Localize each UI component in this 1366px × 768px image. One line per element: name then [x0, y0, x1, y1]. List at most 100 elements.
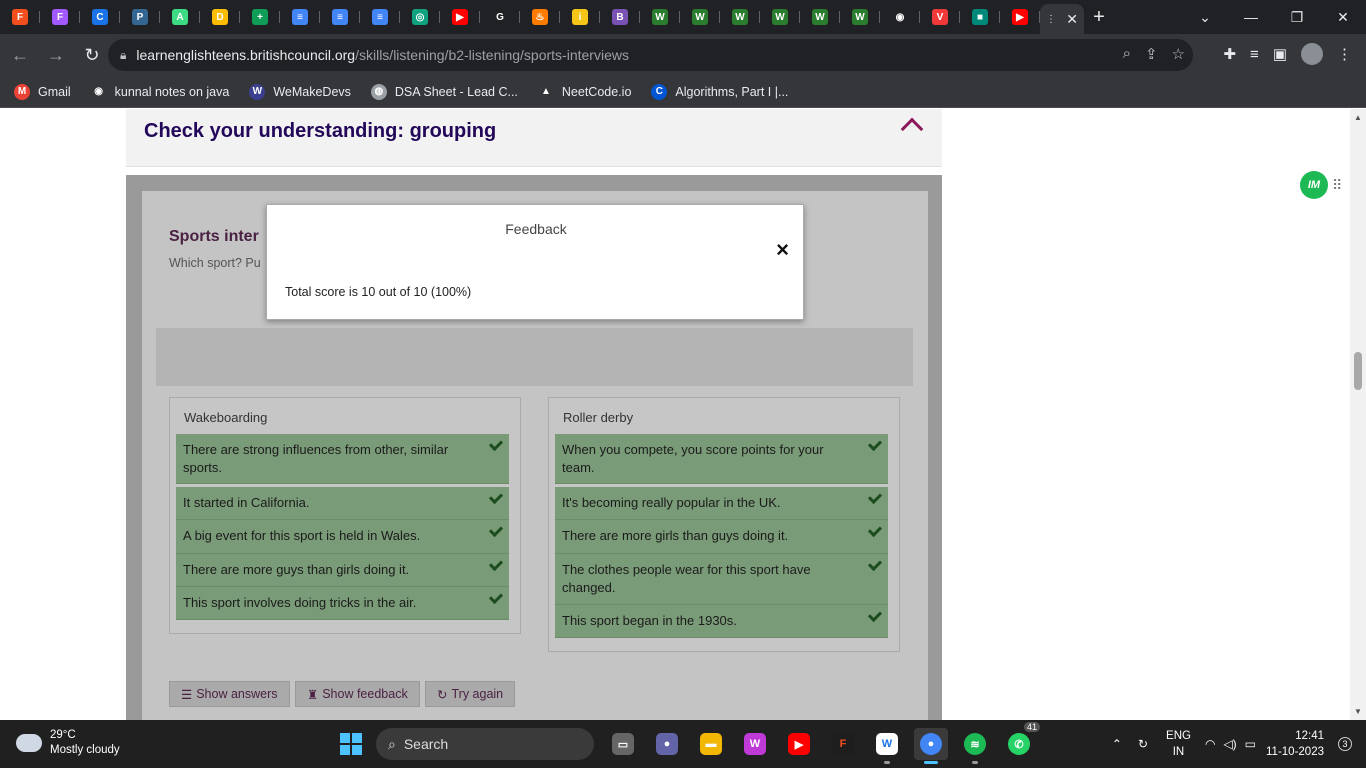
- media-icon[interactable]: ≡: [1250, 46, 1259, 63]
- bookmark-item[interactable]: W WeMakeDevs: [249, 83, 351, 100]
- tab-search-icon[interactable]: ⌄: [1182, 0, 1228, 34]
- start-button[interactable]: [340, 733, 362, 755]
- date: 11-10-2023: [1266, 746, 1324, 758]
- wifi-icon[interactable]: ◠: [1205, 737, 1215, 751]
- chevron-up-icon[interactable]: [900, 117, 924, 141]
- browser-tab[interactable]: F: [40, 0, 80, 34]
- taskbar-search[interactable]: ⌕ Search: [376, 728, 594, 760]
- bookmark-item[interactable]: M Gmail: [14, 83, 71, 100]
- bookmark-item[interactable]: C Algorithms, Part I |...: [651, 83, 788, 100]
- notification-badge[interactable]: 3: [1338, 737, 1352, 751]
- show-feedback-button[interactable]: ♜ Show feedback: [295, 681, 420, 707]
- draggable-item[interactable]: When you compete, you score points for y…: [555, 434, 888, 484]
- back-button[interactable]: ←: [4, 39, 36, 71]
- extension-logo-icon[interactable]: IM: [1300, 171, 1328, 199]
- globe-icon: ◍: [370, 83, 387, 100]
- chrome-icon[interactable]: ●: [914, 728, 948, 764]
- browser-tab[interactable]: W: [840, 0, 880, 34]
- browser-tab[interactable]: ▶: [1000, 0, 1040, 34]
- whatsapp-icon[interactable]: ✆ 41: [1002, 722, 1040, 760]
- weather-widget[interactable]: 29°C Mostly cloudy: [13, 728, 120, 758]
- bookmark-item[interactable]: ◉ kunnal notes on java: [91, 84, 229, 100]
- draggable-item[interactable]: It's becoming really popular in the UK.: [555, 487, 888, 520]
- check-icon: [867, 607, 883, 623]
- clock[interactable]: 12:41 11-10-2023: [1266, 728, 1324, 760]
- share-icon[interactable]: ⇪: [1145, 45, 1158, 63]
- zoom-icon[interactable]: ⌕: [1123, 45, 1131, 63]
- show-answers-button[interactable]: ☰ Show answers: [169, 681, 290, 707]
- chevron-up-icon[interactable]: ⌃: [1112, 737, 1122, 751]
- browser-tab[interactable]: ≡: [360, 0, 400, 34]
- browser-tab[interactable]: W: [680, 0, 720, 34]
- browser-tab[interactable]: W: [720, 0, 760, 34]
- bookmark-star-icon[interactable]: ☆: [1172, 45, 1185, 63]
- try-again-button[interactable]: ↻ Try again: [425, 681, 516, 707]
- browser-tab[interactable]: P: [120, 0, 160, 34]
- forward-button[interactable]: →: [40, 39, 72, 71]
- extensions-icon[interactable]: ✚: [1223, 45, 1236, 63]
- browser-tab[interactable]: ■: [960, 0, 1000, 34]
- browser-tab[interactable]: B: [600, 0, 640, 34]
- browser-tab[interactable]: i: [560, 0, 600, 34]
- close-window-button[interactable]: ✕: [1320, 0, 1366, 34]
- bookmark-item[interactable]: ▲ NeetCode.io: [537, 83, 631, 100]
- volume-icon[interactable]: ◁): [1223, 737, 1236, 751]
- browser-tab[interactable]: C: [80, 0, 120, 34]
- task-view-icon[interactable]: ▭: [606, 728, 640, 760]
- restore-button[interactable]: ❐: [1274, 0, 1320, 34]
- browser-tab[interactable]: F: [0, 0, 40, 34]
- extension-widget[interactable]: IM ⠿: [1300, 171, 1342, 199]
- file-explorer-icon[interactable]: ▬: [694, 728, 728, 760]
- draggable-item[interactable]: There are strong influences from other, …: [176, 434, 509, 484]
- side-panel-icon[interactable]: ▣: [1273, 45, 1287, 63]
- browser-tab[interactable]: ▶: [440, 0, 480, 34]
- youtube-icon[interactable]: ▶: [782, 728, 816, 760]
- exercise-title: Sports inter: [169, 228, 259, 245]
- draggable-item[interactable]: There are more guys than girls doing it.: [176, 554, 509, 587]
- browser-tab[interactable]: ≡: [320, 0, 360, 34]
- sync-icon[interactable]: ↻: [1138, 737, 1148, 751]
- battery-icon[interactable]: ▭: [1245, 737, 1256, 751]
- new-tab-button[interactable]: +: [1084, 0, 1114, 34]
- profile-avatar[interactable]: [1301, 43, 1323, 65]
- browser-tab[interactable]: W: [640, 0, 680, 34]
- writer-icon[interactable]: W: [870, 728, 904, 764]
- reload-button[interactable]: ↻: [76, 39, 108, 71]
- draggable-item[interactable]: This sport began in the 1930s.: [555, 605, 888, 638]
- browser-tab[interactable]: G: [480, 0, 520, 34]
- page-scrollbar[interactable]: ▲ ▼: [1350, 109, 1366, 720]
- browser-tab[interactable]: ◉: [880, 0, 920, 34]
- bookmark-item[interactable]: ◍ DSA Sheet - Lead C...: [370, 83, 518, 100]
- scroll-down-icon[interactable]: ▼: [1354, 707, 1362, 716]
- browser-tab[interactable]: ♨: [520, 0, 560, 34]
- draggable-item[interactable]: There are more girls than guys doing it.: [555, 520, 888, 554]
- teams-chat-icon[interactable]: ●: [650, 728, 684, 760]
- spotify-icon[interactable]: ≋: [958, 728, 992, 764]
- scroll-thumb[interactable]: [1354, 352, 1362, 390]
- browser-tab[interactable]: W: [760, 0, 800, 34]
- language-indicator[interactable]: ENG IN: [1166, 728, 1191, 760]
- draggable-item[interactable]: It started in California.: [176, 487, 509, 520]
- draggable-item[interactable]: This sport involves doing tricks in the …: [176, 587, 509, 620]
- browser-tab[interactable]: ≡: [280, 0, 320, 34]
- minimize-button[interactable]: —: [1228, 0, 1274, 34]
- browser-tab[interactable]: A: [160, 0, 200, 34]
- browser-tab[interactable]: D: [200, 0, 240, 34]
- browser-tab[interactable]: W: [800, 0, 840, 34]
- active-tab[interactable]: ⋮ ✕: [1040, 4, 1084, 34]
- scroll-up-icon[interactable]: ▲: [1354, 113, 1362, 122]
- wondershare-icon[interactable]: W: [738, 728, 772, 760]
- browser-tab[interactable]: ◎: [400, 0, 440, 34]
- tab-close-icon[interactable]: ✕: [1066, 11, 1078, 28]
- drag-handle-icon[interactable]: ⠿: [1332, 177, 1342, 194]
- draggable-item[interactable]: The clothes people wear for this sport h…: [555, 554, 888, 605]
- browser-tab[interactable]: V: [920, 0, 960, 34]
- accordion-header[interactable]: Check your understanding: grouping: [126, 109, 942, 167]
- browser-tab[interactable]: +: [240, 0, 280, 34]
- address-bar[interactable]: 🔒︎ learnenglishteens.britishcouncil.org /…: [108, 39, 1193, 71]
- menu-icon[interactable]: ⋮: [1337, 45, 1352, 63]
- figma-icon[interactable]: F: [826, 728, 860, 760]
- draggable-item[interactable]: A big event for this sport is held in Wa…: [176, 520, 509, 554]
- lock-icon[interactable]: 🔒︎: [120, 48, 126, 63]
- close-icon[interactable]: ×: [776, 239, 789, 261]
